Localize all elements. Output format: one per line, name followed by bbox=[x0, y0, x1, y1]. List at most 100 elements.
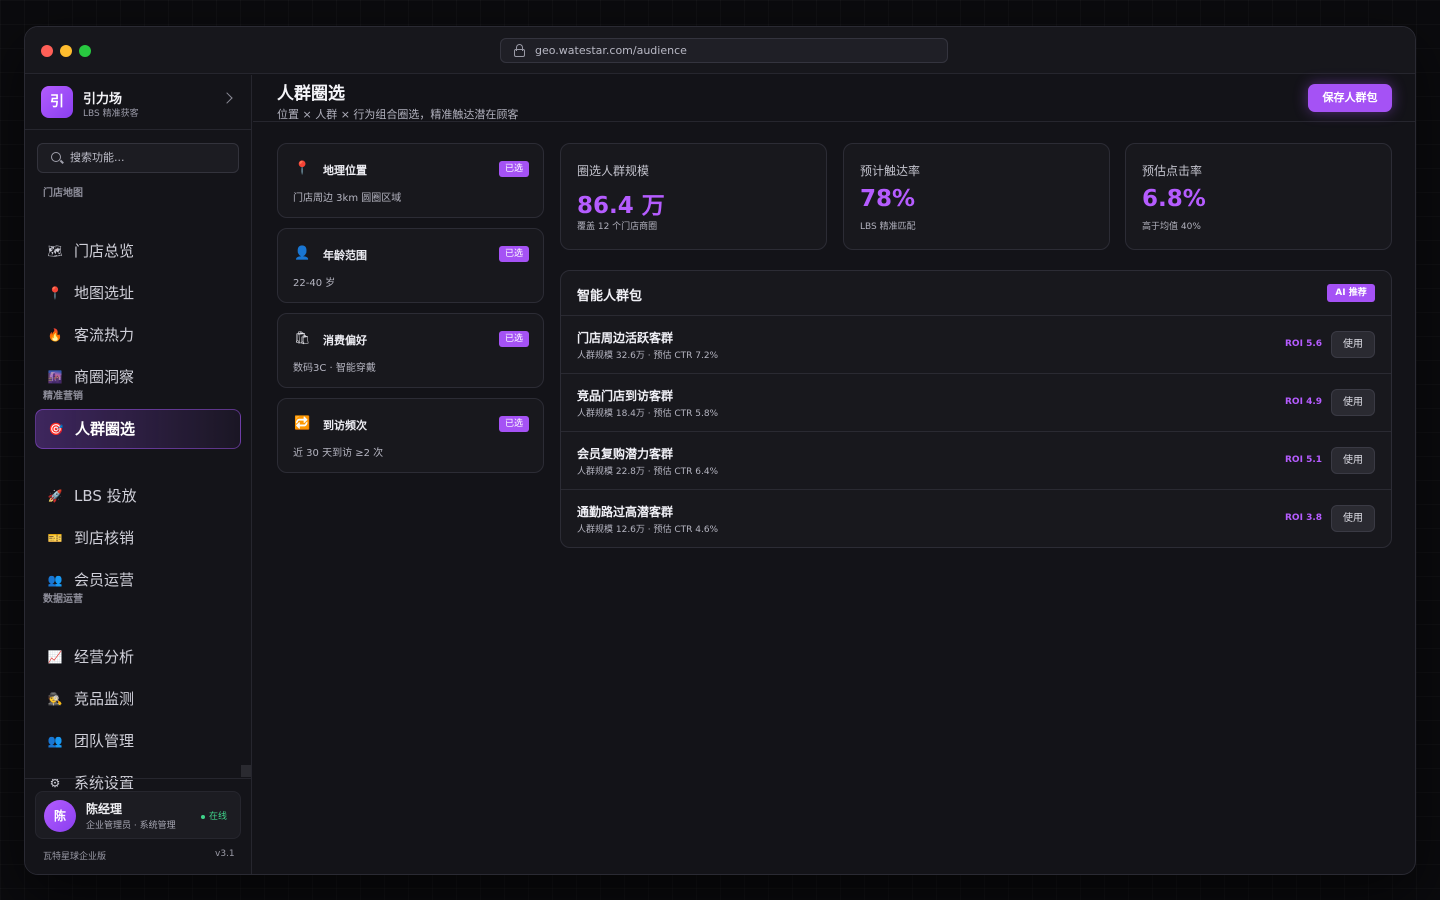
package-name: 会员复购潜力客群 bbox=[577, 447, 674, 461]
stat-label: 预估点击率 bbox=[1142, 164, 1203, 178]
sidebar-item-audience-selection[interactable]: 🎯 人群圈选 bbox=[35, 409, 241, 449]
search-icon bbox=[51, 152, 61, 162]
package-name: 通勤路过高潜客群 bbox=[577, 505, 674, 519]
nav-section-label: 精准营销 bbox=[43, 391, 83, 402]
use-package-button[interactable]: 使用 bbox=[1331, 389, 1375, 416]
status-badge: 在线 bbox=[201, 809, 227, 822]
detective-icon: 🕵 bbox=[47, 692, 63, 706]
sidebar-item-competitor-monitor[interactable]: 🕵 竞品监测 bbox=[35, 681, 241, 717]
pin-icon: 📍 bbox=[47, 286, 63, 300]
package-meta: 人群规模 22.8万 · 预估 CTR 6.4% bbox=[577, 467, 719, 477]
list-item: 通勤路过高潜客群 人群规模 12.6万 · 预估 CTR 4.6% ROI 3.… bbox=[561, 489, 1391, 547]
brand-subtitle: LBS 精准获客 bbox=[83, 109, 139, 119]
use-package-button[interactable]: 使用 bbox=[1331, 447, 1375, 474]
sidebar-item-label: 门店总览 bbox=[74, 242, 135, 260]
pin-icon: 📍 bbox=[294, 161, 311, 176]
search-input[interactable]: 搜索功能... bbox=[37, 143, 239, 173]
roi-value: ROI 4.9 bbox=[1285, 397, 1323, 407]
fire-icon: 🔥 bbox=[47, 328, 63, 342]
user-card[interactable]: 陈 陈经理 企业管理员 · 系统管理 在线 bbox=[35, 791, 241, 839]
lock-icon bbox=[514, 44, 525, 57]
brand-switcher[interactable]: 引 引力场 LBS 精准获客 bbox=[25, 75, 252, 130]
stat-card-ctr: 预估点击率 6.8% 高于均值 40% bbox=[1125, 143, 1392, 250]
sidebar-item-label: 经营分析 bbox=[74, 648, 135, 666]
use-package-button[interactable]: 使用 bbox=[1331, 331, 1375, 358]
filter-card-frequency[interactable]: 🔁 到访频次 已选 近 30 天到访 ≥2 次 bbox=[277, 398, 544, 473]
user-role: 企业管理员 · 系统管理 bbox=[86, 821, 176, 831]
title-bar: geo.watestar.com/audience bbox=[25, 27, 1415, 74]
sidebar-scrollbar[interactable] bbox=[241, 765, 251, 777]
search-placeholder: 搜索功能... bbox=[70, 151, 125, 164]
sidebar-item-business-analysis[interactable]: 📈 经营分析 bbox=[35, 639, 241, 675]
chevron-right-icon bbox=[221, 92, 233, 104]
ai-badge: AI 推荐 bbox=[1327, 284, 1375, 302]
roi-value: ROI 5.6 bbox=[1285, 339, 1323, 349]
sidebar-item-team-management[interactable]: 👥 团队管理 bbox=[35, 723, 241, 759]
sidebar-item-label: 到店核销 bbox=[74, 529, 135, 547]
package-meta: 人群规模 32.6万 · 预估 CTR 7.2% bbox=[577, 351, 719, 361]
use-package-button[interactable]: 使用 bbox=[1331, 505, 1375, 532]
nav-section-label: 数据运营 bbox=[43, 594, 83, 605]
stat-note: 高于均值 40% bbox=[1142, 222, 1201, 232]
minimize-window-button[interactable] bbox=[60, 45, 72, 57]
stat-card-audience-size: 圈选人群规模 86.4 万 覆盖 12 个门店商圈 bbox=[560, 143, 827, 250]
sidebar-item-map-siting[interactable]: 📍 地图选址 bbox=[35, 275, 241, 311]
sidebar-item-lbs-ads[interactable]: 🚀 LBS 投放 bbox=[35, 478, 241, 514]
save-audience-button[interactable]: 保存人群包 bbox=[1308, 84, 1392, 112]
page-title: 人群圈选 bbox=[277, 84, 345, 104]
sidebar-item-traffic-heat[interactable]: 🔥 客流热力 bbox=[35, 317, 241, 353]
sidebar-item-label: 竞品监测 bbox=[74, 690, 135, 708]
selected-tag: 已选 bbox=[499, 416, 529, 432]
app-window: geo.watestar.com/audience 引 引力场 LBS 精准获客… bbox=[24, 26, 1416, 875]
selected-tag: 已选 bbox=[499, 331, 529, 347]
shopping-bag-icon: 🛍 bbox=[294, 331, 311, 346]
roi-value: ROI 3.8 bbox=[1285, 513, 1323, 523]
users-icon: 👥 bbox=[47, 734, 63, 748]
sidebar: 引 引力场 LBS 精准获客 搜索功能... 门店地图 🗺 门店总览 📍 地图选址 … bbox=[25, 75, 252, 874]
sidebar-item-label: 商圈洞察 bbox=[74, 368, 135, 386]
list-item: 竞品门店到访客群 人群规模 18.4万 · 预估 CTR 5.8% ROI 4.… bbox=[561, 373, 1391, 431]
package-name: 门店周边活跃客群 bbox=[577, 331, 674, 345]
roi-value: ROI 5.1 bbox=[1285, 455, 1323, 465]
sidebar-item-label: LBS 投放 bbox=[74, 487, 137, 505]
filter-name: 年龄范围 bbox=[323, 249, 367, 262]
stat-value: 78% bbox=[860, 186, 916, 212]
panel-title: 智能人群包 bbox=[577, 289, 643, 304]
filter-card-location[interactable]: 📍 地理位置 已选 门店周边 3km 圆圈区域 bbox=[277, 143, 544, 218]
filter-value: 22-40 岁 bbox=[293, 278, 336, 289]
person-icon: 👤 bbox=[294, 246, 311, 261]
sidebar-item-label: 地图选址 bbox=[74, 284, 135, 302]
selected-tag: 已选 bbox=[499, 161, 529, 177]
filter-card-age[interactable]: 👤 年龄范围 已选 22-40 岁 bbox=[277, 228, 544, 303]
sidebar-item-store-redemption[interactable]: 🎫 到店核销 bbox=[35, 520, 241, 556]
rocket-icon: 🚀 bbox=[47, 489, 63, 503]
maximize-window-button[interactable] bbox=[79, 45, 91, 57]
stat-value: 86.4 万 bbox=[577, 193, 665, 219]
sidebar-item-store-overview[interactable]: 🗺 门店总览 bbox=[35, 233, 241, 269]
chart-up-icon: 📈 bbox=[47, 650, 63, 664]
list-item: 会员复购潜力客群 人群规模 22.8万 · 预估 CTR 6.4% ROI 5.… bbox=[561, 431, 1391, 489]
sidebar-item-label: 人群圈选 bbox=[75, 420, 136, 438]
avatar: 陈 bbox=[44, 800, 76, 832]
package-meta: 人群规模 12.6万 · 预估 CTR 4.6% bbox=[577, 525, 719, 535]
sidebar-item-label: 团队管理 bbox=[74, 732, 135, 750]
filter-name: 消费偏好 bbox=[323, 334, 367, 347]
nav-section-label: 门店地图 bbox=[43, 188, 83, 199]
brand-logo: 引 bbox=[41, 86, 73, 118]
stat-label: 预计触达率 bbox=[860, 164, 921, 178]
filter-card-preference[interactable]: 🛍 消费偏好 已选 数码3C · 智能穿戴 bbox=[277, 313, 544, 388]
target-icon: 🎯 bbox=[48, 422, 64, 436]
address-bar[interactable]: geo.watestar.com/audience bbox=[500, 38, 948, 63]
stat-value: 6.8% bbox=[1142, 186, 1206, 212]
filter-name: 到访频次 bbox=[323, 419, 367, 432]
selected-tag: 已选 bbox=[499, 246, 529, 262]
sidebar-item-label: 系统设置 bbox=[74, 774, 135, 792]
divider bbox=[25, 778, 252, 779]
sidebar-item-label: 客流热力 bbox=[74, 326, 135, 344]
page-subtitle: 位置 × 人群 × 行为组合圈选，精准触达潜在顾客 bbox=[277, 108, 519, 121]
close-window-button[interactable] bbox=[41, 45, 53, 57]
map-icon: 🗺 bbox=[47, 244, 63, 258]
package-name: 竞品门店到访客群 bbox=[577, 389, 674, 403]
list-item: 门店周边活跃客群 人群规模 32.6万 · 预估 CTR 7.2% ROI 5.… bbox=[561, 315, 1391, 373]
page-header: 人群圈选 位置 × 人群 × 行为组合圈选，精准触达潜在顾客 保存人群包 bbox=[253, 75, 1415, 122]
